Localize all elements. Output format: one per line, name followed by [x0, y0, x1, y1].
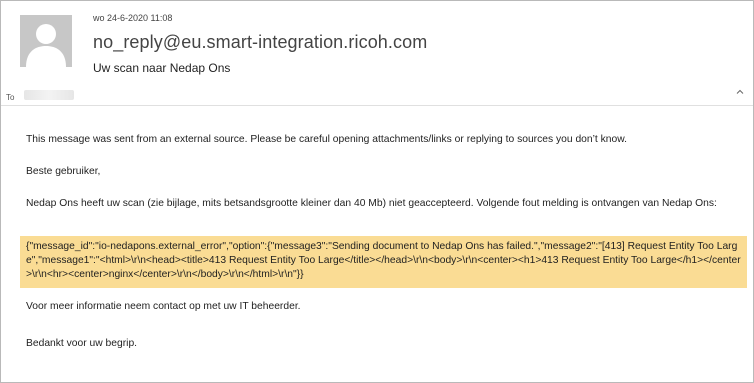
thanks-paragraph: Bedankt voor uw begrip.	[26, 338, 138, 349]
error-message-block: {"message_id":"io-nedapons.external_erro…	[20, 236, 747, 288]
more-info-paragraph: Voor meer informatie neem contact op met…	[26, 301, 301, 312]
email-header: wo 24-6-2020 11:08 no_reply@eu.smart-int…	[1, 1, 753, 105]
sender-address[interactable]: no_reply@eu.smart-integration.ricoh.com	[93, 32, 427, 53]
header-divider	[1, 105, 753, 106]
sent-date: wo 24-6-2020 11:08	[93, 13, 173, 23]
chevron-up-icon[interactable]	[734, 87, 746, 99]
external-warning: This message was sent from an external s…	[26, 134, 627, 145]
recipient-redacted[interactable]	[24, 90, 74, 100]
error-json-text: {"message_id":"io-nedapons.external_erro…	[26, 241, 741, 280]
email-reading-pane: wo 24-6-2020 11:08 no_reply@eu.smart-int…	[0, 0, 754, 383]
email-subject: Uw scan naar Nedap Ons	[93, 61, 231, 75]
sender-avatar-icon[interactable]	[20, 15, 72, 67]
to-label: To	[6, 93, 15, 102]
greeting: Beste gebruiker,	[26, 166, 101, 177]
intro-paragraph: Nedap Ons heeft uw scan (zie bijlage, mi…	[26, 198, 717, 209]
